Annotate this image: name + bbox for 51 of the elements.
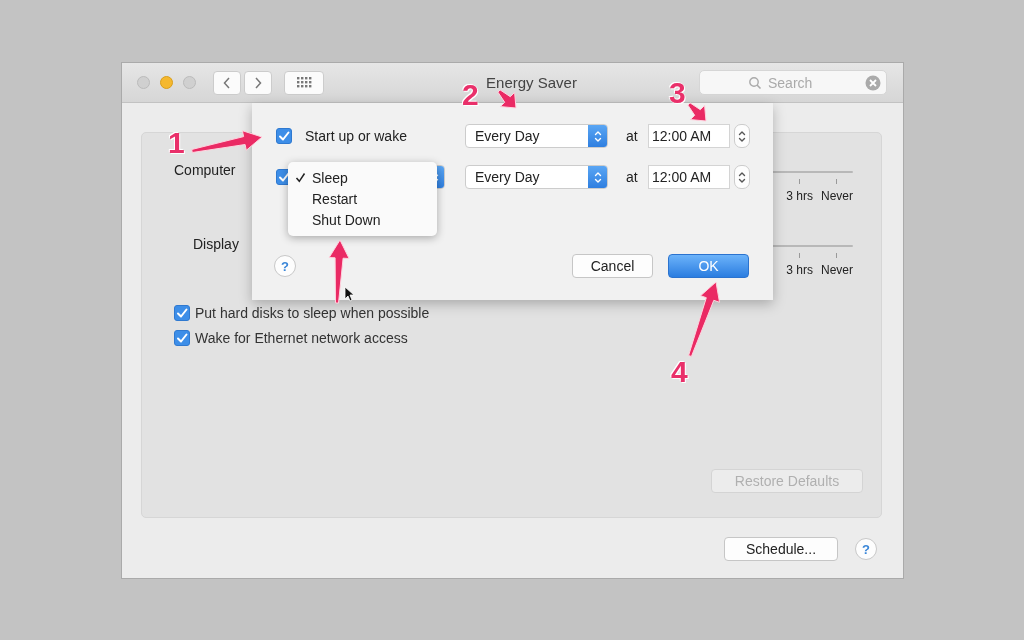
menu-item[interactable]: Shut Down bbox=[288, 209, 437, 230]
search-field[interactable]: Search bbox=[699, 70, 887, 95]
checkbox-label: Start up or wake bbox=[305, 128, 408, 144]
popup-button[interactable]: Every Day bbox=[465, 124, 608, 148]
time-field[interactable]: 12:00 AM bbox=[648, 165, 730, 189]
search-icon bbox=[748, 75, 762, 90]
annotation-arrow bbox=[687, 102, 707, 122]
schedule-button[interactable]: Schedule... bbox=[724, 537, 838, 561]
menu-item[interactable]: Sleep bbox=[288, 167, 437, 188]
step-number: 2 bbox=[462, 80, 479, 110]
slider-label: Computer bbox=[174, 161, 237, 178]
step-number: 1 bbox=[168, 128, 185, 158]
checkbox[interactable] bbox=[174, 305, 190, 321]
at-label: at bbox=[626, 128, 639, 144]
tick-label: 3 hrs bbox=[786, 189, 813, 203]
tick-mark bbox=[836, 253, 838, 258]
checkbox-label: Put hard disks to sleep when possible bbox=[195, 305, 430, 321]
stepper[interactable] bbox=[734, 165, 750, 189]
checkbox-label: Wake for Ethernet network access bbox=[195, 330, 408, 346]
clear-icon bbox=[865, 74, 881, 91]
tick-label: Never bbox=[821, 263, 853, 277]
back-button[interactable] bbox=[213, 70, 241, 95]
tick-label: Never bbox=[821, 189, 853, 203]
annotation-arrow bbox=[191, 130, 263, 153]
step-number: 3 bbox=[669, 78, 686, 108]
slider-label: Display bbox=[192, 235, 240, 252]
show-all-button[interactable] bbox=[284, 70, 324, 95]
stepper[interactable] bbox=[734, 124, 750, 148]
window-title: Energy Saver bbox=[485, 74, 578, 91]
tick-mark bbox=[836, 179, 838, 184]
annotation-arrow bbox=[497, 89, 517, 109]
menu-item[interactable]: Restart bbox=[288, 188, 437, 209]
search-input[interactable]: Search bbox=[768, 74, 859, 91]
checkbox[interactable] bbox=[276, 128, 292, 144]
help-button[interactable]: ? bbox=[855, 538, 877, 560]
cursor-icon bbox=[344, 286, 355, 302]
back-icon bbox=[222, 75, 232, 90]
checkbox[interactable] bbox=[174, 330, 190, 346]
tick-mark bbox=[799, 179, 801, 184]
popup-button[interactable]: Every Day bbox=[465, 165, 608, 189]
forward-icon bbox=[253, 75, 263, 90]
dialog-button[interactable]: Cancel bbox=[572, 254, 653, 278]
grid-icon bbox=[296, 77, 312, 88]
at-label: at bbox=[626, 169, 639, 185]
tick-label: 3 hrs bbox=[786, 263, 813, 277]
annotation-arrow bbox=[328, 239, 350, 304]
step-number: 4 bbox=[671, 357, 688, 387]
help-button[interactable]: ? bbox=[274, 255, 296, 277]
time-field[interactable]: 12:00 AM bbox=[648, 124, 730, 148]
tick-mark bbox=[799, 253, 801, 258]
forward-button[interactable] bbox=[244, 70, 272, 95]
